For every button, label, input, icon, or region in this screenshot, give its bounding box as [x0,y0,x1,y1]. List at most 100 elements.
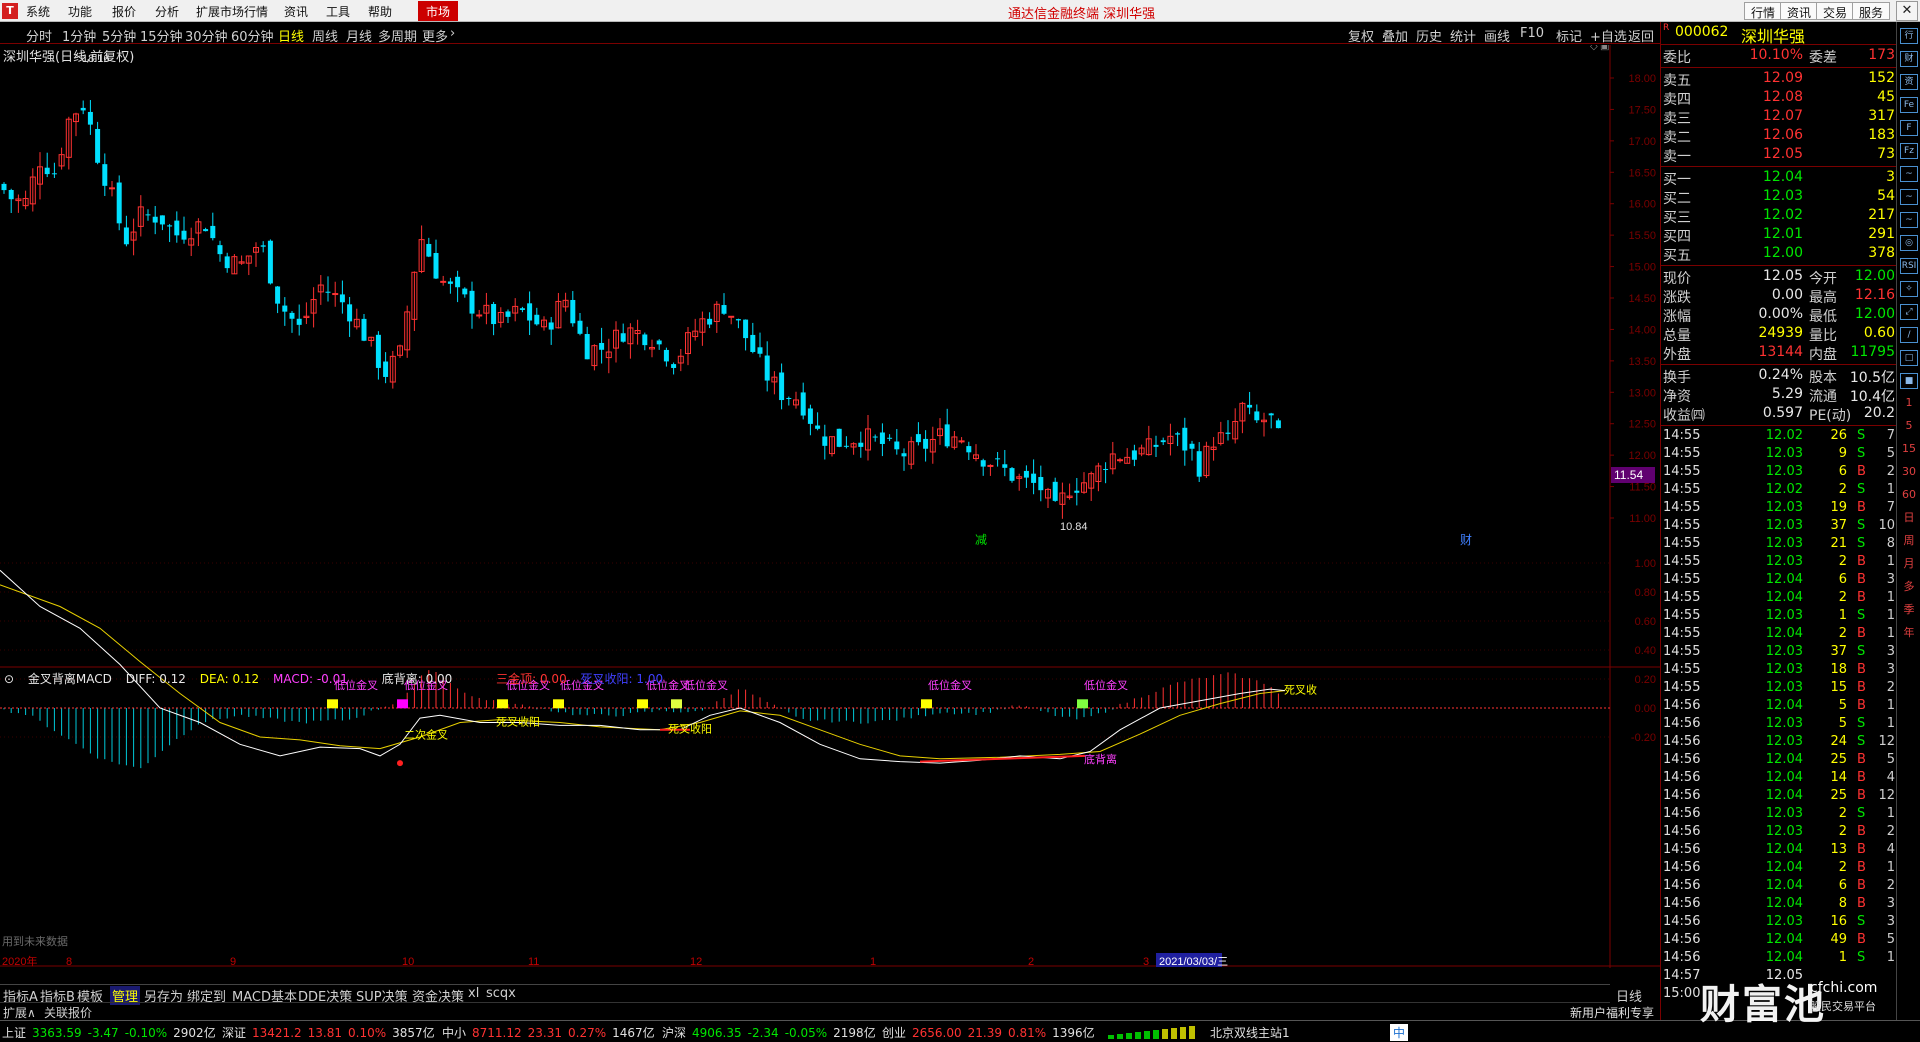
macd-name[interactable]: 金叉背离MACD [28,672,112,686]
buy-price[interactable]: 12.02 [1741,207,1803,223]
toolbar-icon-10[interactable]: RSI [1900,258,1918,274]
tick-count: 8 [1886,536,1895,551]
index-0[interactable]: 上证 3363.59 -3.47 -0.10% 2902亿 [2,1024,222,1041]
tick-count: 3 [1886,662,1895,677]
period-60min[interactable]: 60分钟 [231,26,274,45]
toolbar-icon-5[interactable]: Fz [1900,143,1918,159]
buy-price[interactable]: 12.00 [1741,245,1803,261]
menu-system[interactable]: 系统 [26,3,50,20]
toolbar-icon-9[interactable]: ◎ [1900,235,1918,251]
toolbar-icon-3[interactable]: Fe [1900,97,1918,113]
index-4[interactable]: 创业 2656.00 21.39 0.81% 1396亿 [882,1024,1101,1041]
toolbar-icon-13[interactable]: / [1900,327,1918,343]
toolbar-icon-2[interactable]: 资 [1900,74,1918,90]
menu-quote[interactable]: 报价 [112,3,136,20]
stat-row: 总量 24939 量比 0.60 [1661,325,1897,344]
ime-indicator[interactable]: 中 [1390,1024,1409,1041]
period-15min[interactable]: 15分钟 [140,26,183,45]
tool-statistics[interactable]: 统计 [1450,26,1476,45]
toolbar-icon-26[interactable]: 年 [1900,626,1918,642]
tool-back[interactable]: 返回 [1628,26,1654,45]
toolbar-icon-14[interactable]: □ [1900,350,1918,366]
trade-button[interactable]: 交易 [1816,2,1855,20]
sell-price[interactable]: 12.09 [1741,70,1803,86]
tab-xl[interactable]: xl [468,986,479,1001]
period-monthly[interactable]: 月线 [346,26,372,45]
server-status[interactable]: 北京双线主站1 [1210,1024,1290,1041]
candle-body [8,189,14,200]
tool-draw[interactable]: 画线 [1484,26,1510,45]
tool-add-watchlist[interactable]: +自选 [1590,26,1627,45]
toolbar-icon-24[interactable]: 多 [1900,580,1918,596]
service-button[interactable]: 服务 [1852,2,1891,20]
index-1[interactable]: 深证 13421.2 13.81 0.10% 3857亿 [222,1024,441,1041]
toolbar-icon-4[interactable]: F [1900,120,1918,136]
menu-tools[interactable]: 工具 [326,3,350,20]
menu-extended-market[interactable]: 扩展市场行情 [196,3,268,20]
toolbar-icon-25[interactable]: 季 [1900,603,1918,619]
sell-price[interactable]: 12.05 [1741,146,1803,162]
macd-settings-icon[interactable]: ⊙ [4,672,14,686]
toolbar-icon-16[interactable]: 1 [1900,396,1918,412]
toolbar-icon-22[interactable]: 周 [1900,534,1918,550]
sell-price[interactable]: 12.07 [1741,108,1803,124]
tool-adjust[interactable]: 复权 [1348,26,1374,45]
toolbar-icon-0[interactable]: 行 [1900,28,1918,44]
tab-scqx[interactable]: scqx [486,986,516,1001]
buy-price[interactable]: 12.04 [1741,169,1803,185]
toolbar-icon-23[interactable]: 月 [1900,557,1918,573]
toolbar-icon-15[interactable]: ■ [1900,373,1918,389]
toolbar-icon-19[interactable]: 30 [1900,465,1918,481]
stock-code[interactable]: 000062 [1675,24,1728,40]
toolbar-icon-21[interactable]: 日 [1900,511,1918,527]
expand-toggle[interactable]: 扩展∧ [3,1004,36,1021]
toolbar-icon-20[interactable]: 60 [1900,488,1918,504]
index-3[interactable]: 沪深 4906.35 -2.34 -0.05% 2198亿 [662,1024,882,1041]
tool-f10[interactable]: F10 [1520,26,1544,41]
stat-row: 现价 12.05 今开 12.00 [1661,268,1897,287]
close-icon[interactable]: ✕ [1896,1,1918,21]
news-button[interactable]: 资讯 [1780,2,1819,20]
period-more[interactable]: 更多 [422,26,448,45]
menu-news[interactable]: 资讯 [284,3,308,20]
index-value: 4906.35 [692,1026,742,1040]
toolbar-icon-1[interactable]: 财 [1900,51,1918,67]
menu-analysis[interactable]: 分析 [155,3,179,20]
menu-function[interactable]: 功能 [68,3,92,20]
toolbar-icon-8[interactable]: ~ [1900,212,1918,228]
menu-help[interactable]: 帮助 [368,3,392,20]
period-multi[interactable]: 多周期 [378,26,417,45]
stat-value: 12.16 [1854,287,1895,303]
period-30min[interactable]: 30分钟 [185,26,228,45]
tool-overlay[interactable]: 叠加 [1382,26,1408,45]
sell-price[interactable]: 12.06 [1741,127,1803,143]
toolbar-icon-7[interactable]: ~ [1900,189,1918,205]
tool-mark[interactable]: 标记 [1556,26,1582,45]
quote-button[interactable]: 行情 [1744,2,1783,20]
toolbar-icon-6[interactable]: ~ [1900,166,1918,182]
menu-market-tab[interactable]: 市场 [418,1,459,21]
buy-price[interactable]: 12.01 [1741,226,1803,242]
candle-body [548,322,554,330]
toolbar-icon-12[interactable]: ⤢ [1900,304,1918,320]
period-daily[interactable]: 日线 [278,26,304,45]
period-weekly[interactable]: 周线 [312,26,338,45]
index-2[interactable]: 中小 8711.12 23.31 0.27% 1467亿 [442,1024,661,1041]
candle-body [275,286,281,304]
promo-link[interactable]: 新用户福利专享 [1570,1004,1654,1021]
kline-chart[interactable]: 18.00 17.50 17.00 16.50 16.00 15.50 15.00 14.50… [0,45,1660,968]
period-5min[interactable]: 5分钟 [102,26,136,45]
related-quote[interactable]: 关联报价 [44,1004,92,1021]
tool-history[interactable]: 历史 [1416,26,1442,45]
tick-row: 14:56 12.03 24 S 12 [1661,734,1897,752]
toolbar-icon-11[interactable]: ✧ [1900,281,1918,297]
toolbar-icon-17[interactable]: 5 [1900,419,1918,435]
buy-price[interactable]: 12.03 [1741,188,1803,204]
toolbar-icon-18[interactable]: 15 [1900,442,1918,458]
period-1min[interactable]: 1分钟 [62,26,96,45]
tick-side: B [1857,824,1866,839]
stat-label: 总量 [1663,328,1691,344]
period-intraday[interactable]: 分时 [26,26,52,45]
chevron-right-icon[interactable]: › [450,26,455,41]
sell-price[interactable]: 12.08 [1741,89,1803,105]
